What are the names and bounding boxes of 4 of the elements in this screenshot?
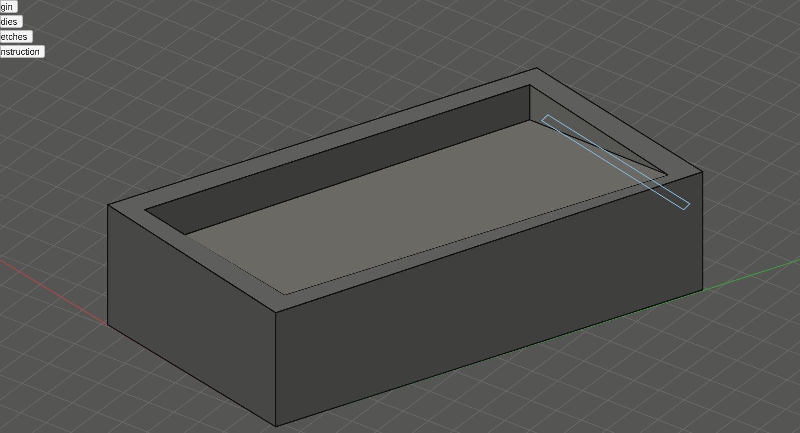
browser-item[interactable]: etches bbox=[0, 30, 33, 43]
browser-item[interactable]: nstruction bbox=[0, 45, 46, 58]
browser-item[interactable]: gin bbox=[0, 0, 18, 13]
browser-item[interactable]: dies bbox=[0, 15, 23, 28]
